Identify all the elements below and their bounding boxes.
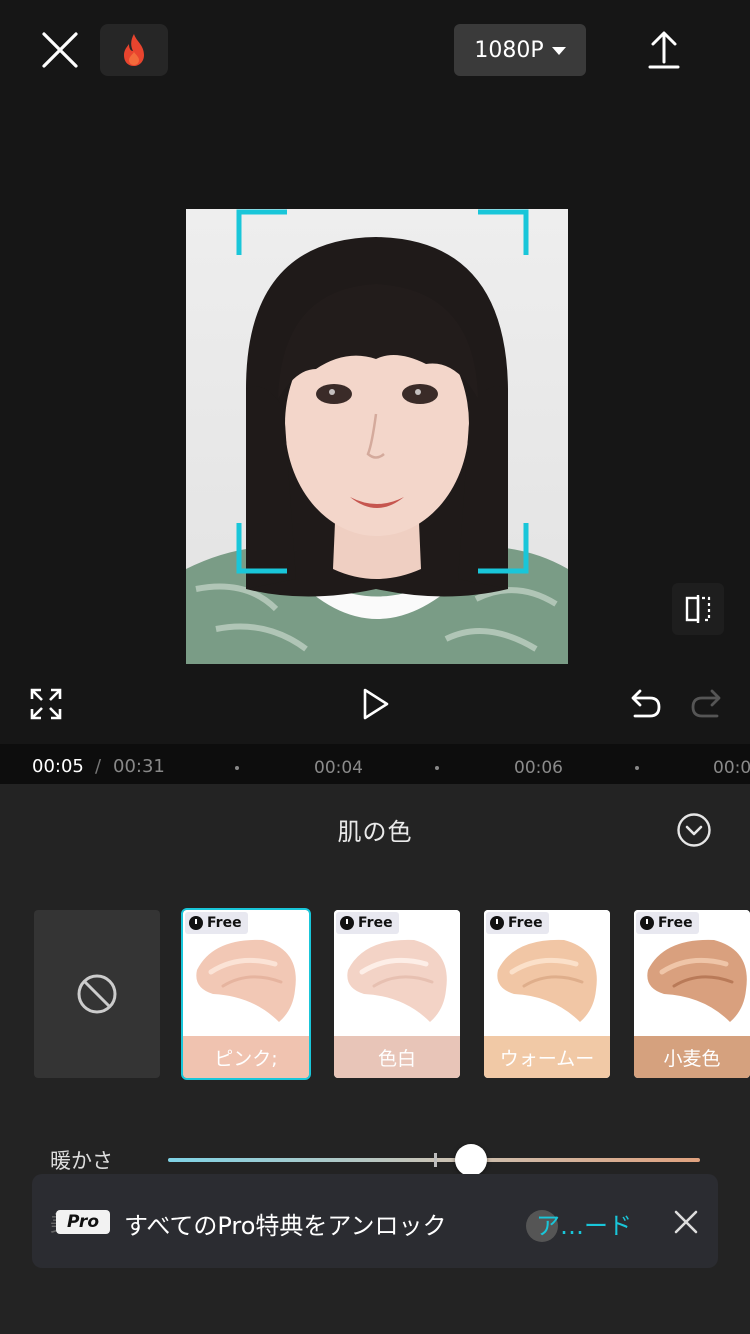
free-badge: Free bbox=[636, 912, 699, 934]
timeline-tick: 00:06 bbox=[514, 758, 563, 778]
banner-close-icon bbox=[674, 1210, 698, 1234]
option-label: ウォームー bbox=[484, 1036, 610, 1078]
clock-icon bbox=[640, 916, 654, 930]
video-preview[interactable] bbox=[186, 209, 568, 664]
timeline-dot bbox=[635, 766, 639, 770]
resolution-value: 1080P bbox=[474, 37, 544, 63]
caret-down-icon bbox=[551, 47, 566, 55]
fullscreen-button[interactable] bbox=[28, 686, 64, 722]
pro-tag: Pro bbox=[56, 1210, 110, 1234]
editor-screen: 1080P 00:05 / 00:31 00:04 00:06 00:0 肌の色… bbox=[0, 0, 750, 1334]
total-time: 00:31 bbox=[113, 756, 165, 777]
skin-option-card[interactable]: Free 小麦色 bbox=[634, 910, 750, 1078]
play-icon bbox=[363, 688, 389, 720]
close-button[interactable] bbox=[38, 28, 82, 72]
skin-option-card[interactable]: Free ウォームー bbox=[484, 910, 610, 1078]
upgrade-link[interactable]: ア…ード bbox=[536, 1206, 632, 1241]
export-icon bbox=[648, 31, 680, 69]
free-badge: Free bbox=[336, 912, 399, 934]
compare-icon bbox=[685, 595, 711, 623]
play-button[interactable] bbox=[357, 686, 393, 722]
timeline-tick: 00:04 bbox=[314, 758, 363, 778]
skin-option-card[interactable]: Free 色白 bbox=[334, 910, 460, 1078]
clock-icon bbox=[340, 916, 354, 930]
compare-button[interactable] bbox=[672, 583, 724, 635]
undo-icon bbox=[631, 689, 661, 718]
option-label: 色白 bbox=[334, 1036, 460, 1078]
banner-close-button[interactable] bbox=[672, 1208, 700, 1236]
clock-icon bbox=[490, 916, 504, 930]
portrait-image bbox=[186, 209, 568, 664]
timeline-tick: 00:0 bbox=[713, 758, 750, 778]
warmth-label: 暖かさ bbox=[50, 1149, 113, 1173]
flame-icon bbox=[124, 34, 144, 66]
export-button[interactable] bbox=[640, 26, 688, 74]
collapse-panel-button[interactable] bbox=[676, 812, 712, 848]
clock-icon bbox=[189, 916, 203, 930]
time-separator: / bbox=[95, 756, 102, 777]
skin-option-card[interactable]: Free ピンク; bbox=[181, 908, 311, 1080]
option-none[interactable] bbox=[34, 910, 160, 1078]
collapse-icon bbox=[677, 813, 711, 847]
free-badge: Free bbox=[486, 912, 549, 934]
redo-button[interactable] bbox=[688, 686, 726, 722]
option-label: ピンク; bbox=[183, 1036, 309, 1078]
panel-title: 肌の色 bbox=[337, 818, 413, 846]
pro-flame-button[interactable] bbox=[100, 24, 168, 76]
close-icon bbox=[42, 32, 78, 68]
fullscreen-icon bbox=[30, 688, 62, 720]
slider-center-mark bbox=[434, 1153, 437, 1167]
timeline-dot bbox=[235, 766, 239, 770]
free-badge: Free bbox=[185, 912, 248, 934]
undo-button[interactable] bbox=[626, 686, 664, 722]
resolution-dropdown[interactable]: 1080P bbox=[454, 24, 586, 76]
warmth-slider-thumb[interactable] bbox=[455, 1144, 488, 1176]
pro-banner-text: すべてのPro特典をアンロック bbox=[124, 1212, 447, 1240]
redo-icon bbox=[691, 689, 721, 718]
current-time: 00:05 bbox=[32, 756, 84, 777]
none-icon bbox=[77, 974, 117, 1014]
option-label: 小麦色 bbox=[634, 1036, 750, 1078]
timeline-dot bbox=[435, 766, 439, 770]
